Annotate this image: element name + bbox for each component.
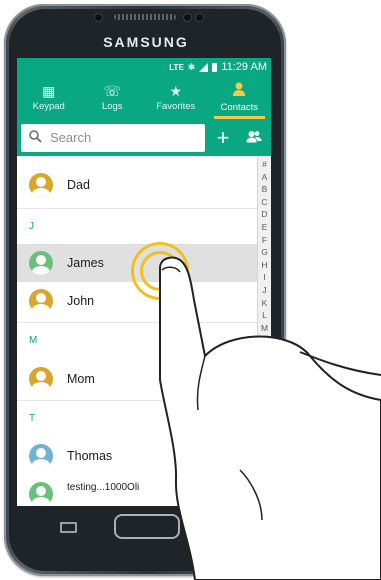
hand-illustration (159, 256, 381, 580)
